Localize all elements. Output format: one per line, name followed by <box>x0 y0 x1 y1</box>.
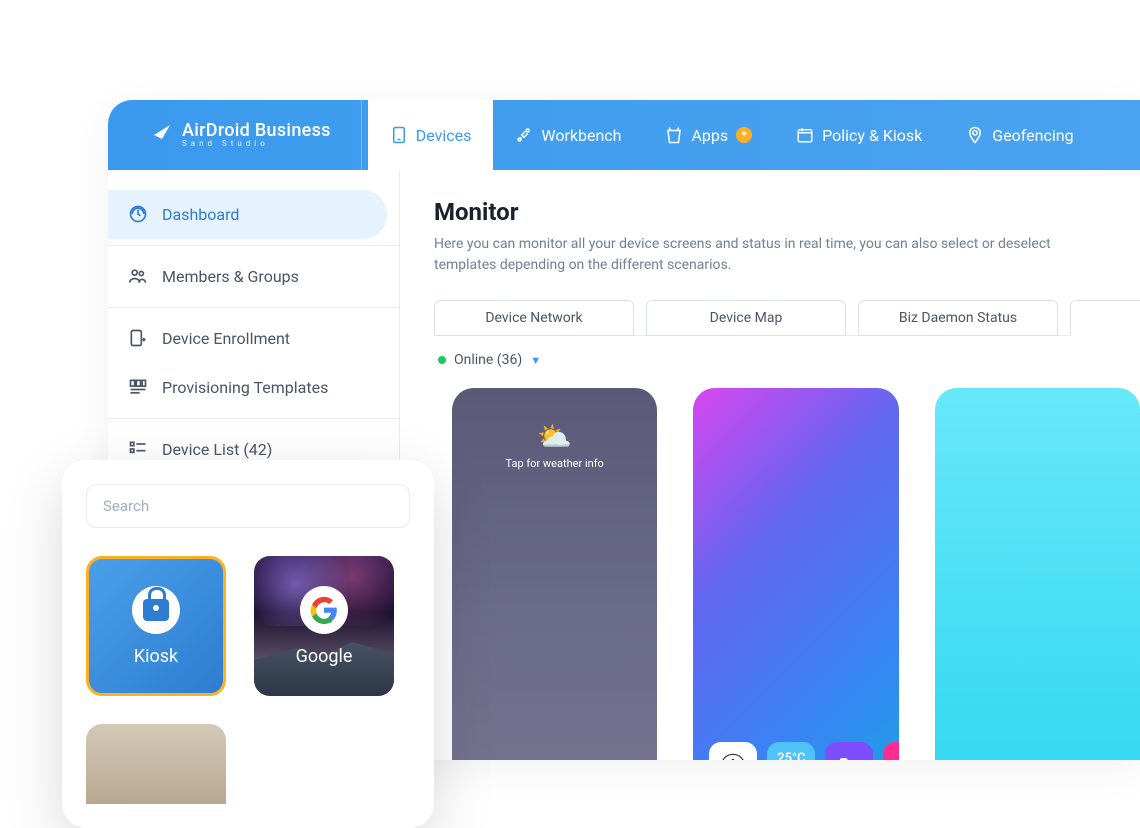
nav-devices[interactable]: Devices <box>368 100 494 170</box>
brand-title: AirDroid Business <box>182 122 331 140</box>
device-screen-2[interactable]: Clock 25°C☁Weather File Manager i Music … <box>693 388 898 760</box>
sidebar-provisioning-label: Provisioning Templates <box>162 378 328 397</box>
tile-kiosk-label: Kiosk <box>134 646 178 667</box>
members-icon <box>128 266 148 286</box>
device-screen-1[interactable]: ⛅ Tap for weather info 10Calendar ✿Galle… <box>452 388 657 760</box>
tile-kiosk[interactable]: Kiosk <box>86 556 226 696</box>
clock-icon <box>709 742 757 760</box>
online-count-label: Online (36) <box>454 352 522 368</box>
page-description: Here you can monitor all your device scr… <box>434 234 1114 276</box>
tab-biz-daemon[interactable]: Biz Daemon Status <box>858 300 1058 336</box>
nav-geofencing[interactable]: Geofencing <box>944 100 1095 170</box>
app-weather: 25°C☁Weather <box>767 742 815 760</box>
google-icon <box>300 586 348 634</box>
app-filemanager: File Manager <box>825 742 873 760</box>
weather-widget: ⛅ Tap for weather info <box>452 388 657 470</box>
tile-row: Kiosk Google <box>86 556 410 696</box>
tabs: Device Network Device Map Biz Daemon Sta… <box>434 300 1140 336</box>
tile-extra[interactable] <box>86 724 226 804</box>
sidebar-item-dashboard[interactable]: Dashboard <box>108 190 387 239</box>
divider <box>108 418 399 419</box>
nav-policy-label: Policy & Kiosk <box>822 126 922 145</box>
top-bar: AirDroid Business Sand Studio Devices Wo… <box>108 100 1140 170</box>
tile-google-label: Google <box>296 646 353 667</box>
apps-icon <box>665 126 683 144</box>
divider <box>108 307 399 308</box>
nav-apps[interactable]: Apps <box>643 100 774 170</box>
sidebar-item-enrollment[interactable]: Device Enrollment <box>108 314 399 363</box>
weather-app-icon: 25°C☁ <box>767 742 815 760</box>
folder-icon <box>825 742 873 760</box>
search-input[interactable]: Search <box>86 484 410 528</box>
devices-icon <box>390 126 408 144</box>
nav-workbench[interactable]: Workbench <box>493 100 643 170</box>
device-screen-3[interactable] <box>935 388 1140 760</box>
geofencing-icon <box>966 126 984 144</box>
app-clock: Clock <box>709 742 757 760</box>
provisioning-icon <box>128 377 148 397</box>
online-dot-icon <box>438 356 446 364</box>
sidebar-devicelist-label: Device List (42) <box>162 440 272 459</box>
kiosk-app-panel: Search Kiosk Google <box>62 460 434 828</box>
weather-icon: ⛅ <box>452 420 657 453</box>
policy-icon <box>796 126 814 144</box>
dashboard-icon <box>128 204 148 224</box>
nav-apps-label: Apps <box>691 126 728 145</box>
app-imusic: i Music <box>883 742 898 760</box>
sidebar-dashboard-label: Dashboard <box>162 205 239 224</box>
top-nav: Devices Workbench Apps Policy & Kiosk Ge… <box>361 100 1096 170</box>
search-placeholder: Search <box>103 497 149 515</box>
sidebar-members-label: Members & Groups <box>162 267 299 286</box>
brand-subtitle: Sand Studio <box>182 140 331 148</box>
nav-policy[interactable]: Policy & Kiosk <box>774 100 944 170</box>
sidebar-item-provisioning[interactable]: Provisioning Templates <box>108 363 399 412</box>
divider <box>108 245 399 246</box>
status-filter[interactable]: Online (36) ▼ <box>434 336 1140 388</box>
lock-icon <box>132 586 180 634</box>
nav-geofencing-label: Geofencing <box>992 126 1073 145</box>
nav-workbench-label: Workbench <box>541 126 621 145</box>
brand-text: AirDroid Business Sand Studio <box>182 122 331 148</box>
tab-device-network[interactable]: Device Network <box>434 300 634 336</box>
devicelist-icon <box>128 439 148 459</box>
sidebar-enrollment-label: Device Enrollment <box>162 329 290 348</box>
main-content: Monitor Here you can monitor all your de… <box>400 170 1140 760</box>
tab-device-map[interactable]: Device Map <box>646 300 846 336</box>
app-grid: Clock 25°C☁Weather File Manager i Music … <box>709 742 882 760</box>
brand[interactable]: AirDroid Business Sand Studio <box>124 121 343 149</box>
weather-text: Tap for weather info <box>452 457 657 470</box>
page-title: Monitor <box>434 198 1140 226</box>
chevron-down-icon: ▼ <box>530 354 541 367</box>
nav-devices-label: Devices <box>416 126 472 145</box>
tile-google[interactable]: Google <box>254 556 394 696</box>
apps-badge-icon <box>736 127 752 143</box>
device-grid: ⛅ Tap for weather info 10Calendar ✿Galle… <box>434 388 1140 760</box>
music-icon <box>883 742 898 760</box>
workbench-icon <box>515 126 533 144</box>
enrollment-icon <box>128 328 148 348</box>
brand-logo-icon <box>136 121 172 149</box>
sidebar-item-members[interactable]: Members & Groups <box>108 252 399 301</box>
tab-screen[interactable]: Sc <box>1070 300 1140 336</box>
